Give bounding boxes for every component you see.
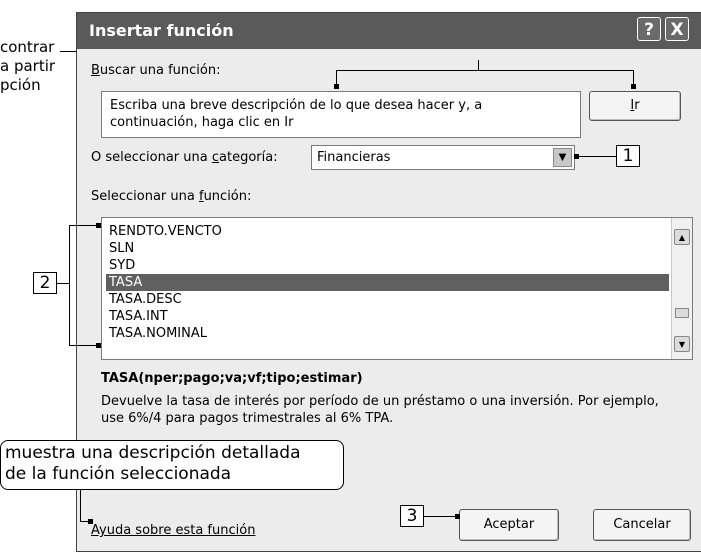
connector-line-2 — [57, 283, 69, 284]
bracket-line — [478, 60, 479, 70]
annotation-number-2: 2 — [33, 272, 57, 294]
connector-line-3 — [424, 516, 458, 517]
category-label: O seleccionar una categoría: — [91, 150, 278, 165]
scroll-up-icon[interactable]: ▲ — [674, 229, 690, 245]
function-list-label-pre: Seleccionar una — [91, 189, 199, 204]
list-scrollbar[interactable]: ▲ ▼ — [671, 218, 692, 359]
scroll-thumb[interactable] — [675, 308, 689, 318]
help-button[interactable]: ? — [637, 17, 661, 41]
category-label-post: ategoría: — [219, 150, 278, 165]
connector-dot-3 — [455, 514, 460, 519]
function-syntax: TASA(nper;pago;va;vf;tipo;estimar) — [101, 371, 363, 386]
function-description: Devuelve la tasa de interés por período … — [101, 394, 659, 426]
function-list-label: Seleccionar una función: — [91, 189, 251, 204]
list-item[interactable]: SYD — [106, 257, 669, 274]
search-label-hotkey: B — [91, 63, 100, 78]
go-button-label: r — [634, 98, 640, 113]
list-item[interactable]: TASA.DESC — [106, 291, 669, 308]
callout-line-2: de la función seleccionada — [5, 464, 232, 484]
dialog-title: Insertar función — [89, 21, 234, 40]
connector-line — [76, 51, 77, 52]
connector-line-1 — [574, 156, 616, 157]
go-button[interactable]: Ir — [589, 91, 681, 121]
annotation-number-1: 1 — [616, 145, 640, 167]
scroll-down-icon[interactable]: ▼ — [674, 336, 690, 352]
cancel-button[interactable]: Cancelar — [593, 509, 691, 541]
description-callout: muestra una descripción detallada de la … — [0, 440, 344, 490]
close-button[interactable]: X — [665, 17, 689, 41]
search-label: Buscar una función: — [91, 63, 221, 78]
list-item-selected[interactable]: TASA — [106, 274, 669, 291]
connector-line-2 — [69, 225, 99, 226]
chevron-down-icon[interactable]: ▼ — [553, 148, 572, 167]
left-note-line-3: pción — [0, 76, 41, 94]
search-input[interactable]: Escriba una breve descripción de lo que … — [101, 91, 581, 138]
left-note-line-2: a partir — [0, 57, 56, 75]
list-item[interactable]: RENDTO.VENCTO — [106, 223, 669, 240]
bracket-dot — [631, 84, 636, 89]
connector-line-2 — [69, 225, 70, 345]
function-list-label-post: unción: — [203, 189, 252, 204]
search-label-text: uscar una función: — [99, 63, 221, 78]
bracket-dot — [334, 84, 339, 89]
callout-connector — [80, 490, 81, 522]
bracket-line — [336, 70, 634, 71]
annotation-number-3: 3 — [400, 505, 424, 527]
connector-line-2 — [69, 345, 99, 346]
help-link[interactable]: Ayuda sobre esta función — [91, 523, 255, 538]
connector-dot-1 — [574, 154, 579, 159]
title-bar: Insertar función ? X — [77, 13, 701, 49]
left-note-line-1: contrar — [0, 38, 55, 56]
list-item[interactable]: TASA.NOMINAL — [106, 325, 669, 342]
callout-dot — [88, 519, 93, 524]
function-listbox[interactable]: RENDTO.VENCTO SLN SYD TASA TASA.DESC TAS… — [101, 217, 693, 360]
category-select[interactable]: Financieras ▼ — [311, 145, 575, 170]
ok-button[interactable]: Aceptar — [459, 509, 559, 541]
callout-line-1: muestra una descripción detallada — [5, 443, 301, 463]
category-label-hotkey: c — [211, 150, 220, 165]
category-label-pre: O seleccionar una — [91, 150, 212, 165]
category-value: Financieras — [317, 150, 391, 165]
connector-dot-2 — [96, 223, 101, 228]
connector-line — [60, 51, 76, 52]
list-item[interactable]: SLN — [106, 240, 669, 257]
list-item[interactable]: TASA.INT — [106, 308, 669, 325]
connector-dot-2 — [96, 343, 101, 348]
